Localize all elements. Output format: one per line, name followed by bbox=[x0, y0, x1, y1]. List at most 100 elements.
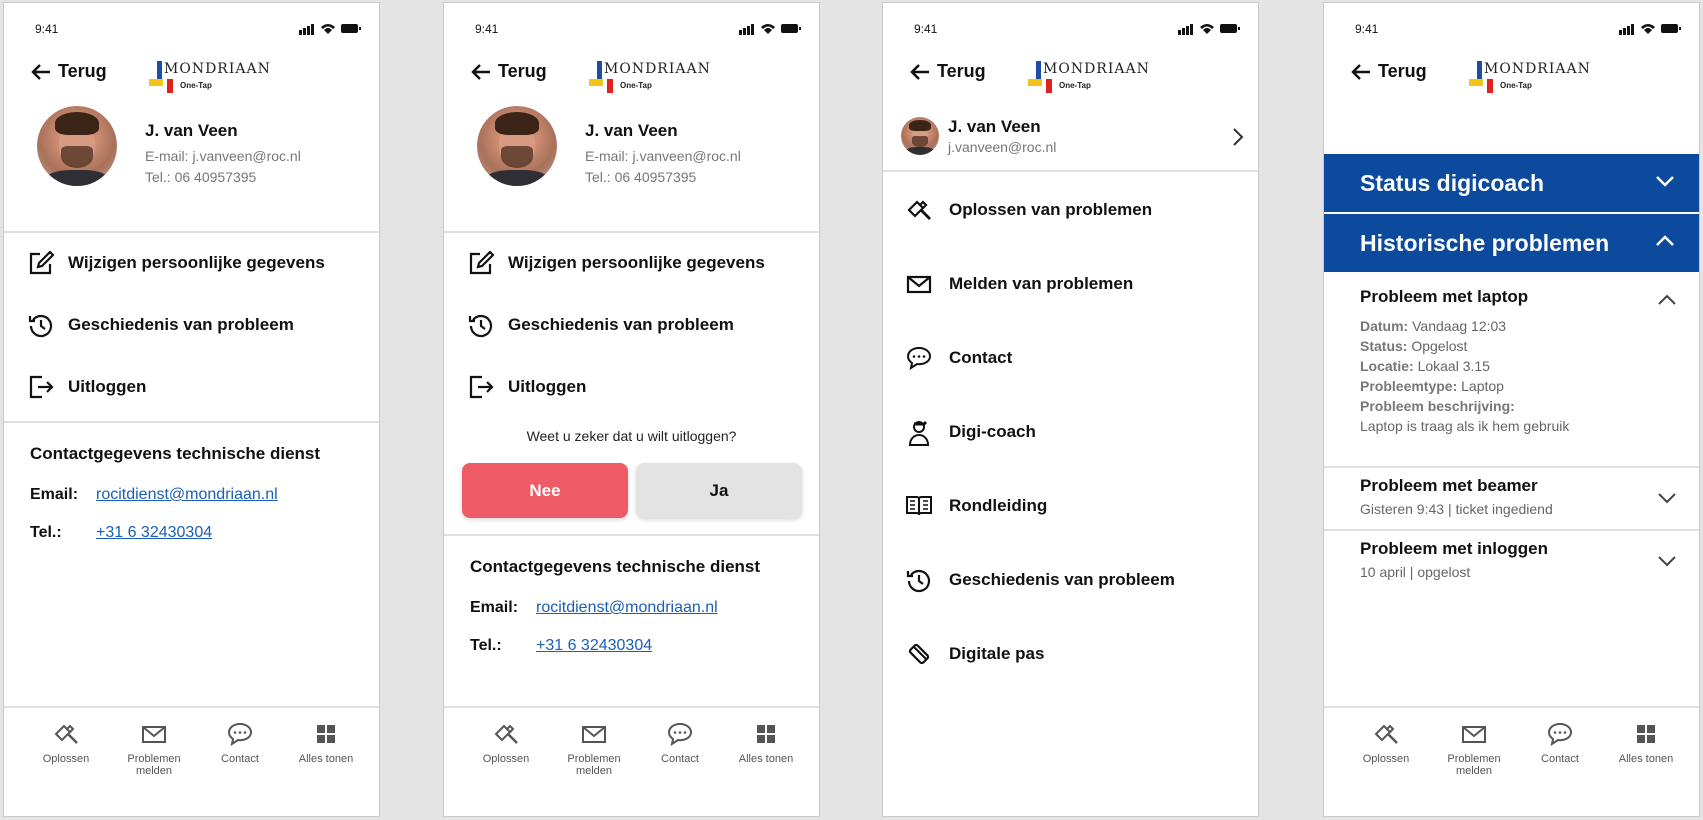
tel-label: Tel.: bbox=[30, 524, 62, 541]
history-problems-header[interactable]: Historische problemen bbox=[1324, 214, 1699, 272]
problem-title: Probleem met inloggen bbox=[1360, 539, 1548, 558]
history-icon bbox=[906, 569, 931, 593]
nav-rondleiding[interactable]: Rondleiding bbox=[905, 492, 1047, 520]
envelope-icon bbox=[142, 726, 166, 743]
tab-bar: Oplossen Problemen melden Contact Alles … bbox=[1324, 706, 1699, 816]
chevron-up-icon bbox=[1656, 235, 1674, 246]
chevron-down-icon bbox=[1658, 493, 1676, 504]
problem-details: Datum: Vandaag 12:03 Status: Opgelost Lo… bbox=[1360, 318, 1570, 434]
chat-icon bbox=[227, 722, 253, 747]
mondriaan-logo: MONDRIAAN One-Tap bbox=[149, 61, 270, 95]
tab-alles-tonen[interactable]: Alles tonen bbox=[1606, 720, 1686, 765]
back-button[interactable]: Terug bbox=[30, 61, 107, 82]
history-item[interactable]: Geschiedenis van probleem bbox=[468, 312, 734, 338]
tab-contact[interactable]: Contact bbox=[1520, 720, 1600, 765]
problem-row-beamer[interactable]: Probleem met beamer Gisteren 9:43 | tick… bbox=[1324, 468, 1699, 528]
email-link[interactable]: rocitdienst@mondriaan.nl bbox=[536, 599, 718, 617]
tab-oplossen[interactable]: Oplossen bbox=[1346, 720, 1426, 765]
status-icons bbox=[299, 24, 361, 35]
tab-contact[interactable]: Contact bbox=[200, 720, 280, 765]
problem-row-inloggen[interactable]: Probleem met inloggen 10 april | opgelos… bbox=[1324, 531, 1699, 591]
person-icon bbox=[908, 420, 930, 446]
status-icons bbox=[1619, 24, 1681, 35]
profile-email: j.vanveen@roc.nl bbox=[948, 139, 1057, 155]
profile-phone: Tel.: 06 40957395 bbox=[585, 169, 697, 185]
tab-oplossen[interactable]: Oplossen bbox=[26, 720, 106, 765]
profile-phone: Tel.: 06 40957395 bbox=[145, 169, 257, 185]
tab-problemen-melden[interactable]: Problemen melden bbox=[1434, 720, 1514, 777]
tab-bar: Oplossen Problemen melden Contact Alles … bbox=[444, 706, 819, 816]
nav-digi-coach[interactable]: Digi-coach bbox=[905, 418, 1036, 446]
problem-title: Probleem met laptop bbox=[1360, 287, 1529, 306]
confirm-logout-button[interactable]: Ja bbox=[636, 463, 802, 518]
back-button[interactable]: Terug bbox=[470, 61, 547, 82]
back-button[interactable]: Terug bbox=[909, 61, 986, 82]
edit-icon bbox=[29, 250, 54, 275]
divider bbox=[444, 231, 819, 233]
book-icon bbox=[906, 496, 932, 516]
arrow-left-icon bbox=[471, 63, 490, 80]
arrow-left-icon bbox=[1351, 63, 1370, 80]
history-item[interactable]: Geschiedenis van probleem bbox=[28, 312, 294, 338]
cancel-logout-button[interactable]: Nee bbox=[462, 463, 628, 518]
logout-item[interactable]: Uitloggen bbox=[28, 374, 146, 400]
status-icons bbox=[739, 24, 801, 35]
chevron-down-icon bbox=[1658, 556, 1676, 567]
envelope-icon bbox=[582, 726, 606, 743]
status-digicoach-header[interactable]: Status digicoach bbox=[1324, 154, 1699, 212]
problem-title: Probleem met beamer bbox=[1360, 476, 1538, 495]
email-label: Email: bbox=[30, 486, 79, 503]
arrow-left-icon bbox=[31, 63, 50, 80]
avatar bbox=[901, 117, 939, 155]
back-label: Terug bbox=[1378, 61, 1427, 81]
tel-label: Tel.: bbox=[470, 637, 502, 654]
arrow-left-icon bbox=[910, 63, 929, 80]
nav-oplossen[interactable]: Oplossen van problemen bbox=[905, 196, 1152, 224]
tab-oplossen[interactable]: Oplossen bbox=[466, 720, 546, 765]
profile-row[interactable]: J. van Veen j.vanveen@roc.nl bbox=[883, 111, 1258, 169]
mondriaan-logo: MONDRIAAN One-Tap bbox=[589, 61, 710, 95]
logout-confirm-screen: 9:41 Terug MONDRIAAN One-Tap J. van Veen … bbox=[443, 2, 820, 817]
chat-icon bbox=[667, 722, 693, 747]
tab-problemen-melden[interactable]: Problemen melden bbox=[114, 720, 194, 777]
profile-name: J. van Veen bbox=[948, 117, 1041, 136]
chat-icon bbox=[906, 346, 932, 371]
profile-name: J. van Veen bbox=[145, 121, 238, 140]
profile-email: E-mail: j.vanveen@roc.nl bbox=[145, 148, 301, 164]
edit-profile-item[interactable]: Wijzigen persoonlijke gegevens bbox=[28, 250, 325, 276]
email-link[interactable]: rocitdienst@mondriaan.nl bbox=[96, 486, 278, 504]
nav-contact[interactable]: Contact bbox=[905, 344, 1012, 372]
tab-contact[interactable]: Contact bbox=[640, 720, 720, 765]
mondriaan-logo: MONDRIAAN One-Tap bbox=[1469, 61, 1590, 95]
tel-link[interactable]: +31 6 32430304 bbox=[536, 637, 652, 655]
back-label: Terug bbox=[937, 61, 986, 81]
chevron-right-icon bbox=[1233, 128, 1244, 146]
chevron-up-icon[interactable] bbox=[1657, 293, 1677, 307]
grid-icon bbox=[757, 725, 775, 743]
hammer-icon bbox=[54, 724, 78, 744]
back-button[interactable]: Terug bbox=[1350, 61, 1427, 82]
history-icon bbox=[468, 314, 493, 338]
logout-item[interactable]: Uitloggen bbox=[468, 374, 586, 400]
nav-geschiedenis[interactable]: Geschiedenis van probleem bbox=[905, 566, 1175, 594]
nav-melden[interactable]: Melden van problemen bbox=[905, 270, 1133, 298]
edit-profile-item[interactable]: Wijzigen persoonlijke gegevens bbox=[468, 250, 765, 276]
menu-screen: 9:41 Terug MONDRIAAN One-Tap J. van Veen … bbox=[882, 2, 1259, 817]
tab-alles-tonen[interactable]: Alles tonen bbox=[286, 720, 366, 765]
tab-problemen-melden[interactable]: Problemen melden bbox=[554, 720, 634, 777]
tab-alles-tonen[interactable]: Alles tonen bbox=[726, 720, 806, 765]
divider bbox=[4, 231, 379, 233]
nav-digitale-pas[interactable]: Digitale pas bbox=[905, 640, 1044, 668]
logout-question: Weet u zeker dat u wilt uitloggen? bbox=[526, 428, 737, 444]
chevron-down-icon bbox=[1656, 176, 1674, 187]
tel-link[interactable]: +31 6 32430304 bbox=[96, 524, 212, 542]
problem-summary: Gisteren 9:43 | ticket ingediend bbox=[1360, 501, 1553, 517]
envelope-icon bbox=[906, 275, 932, 294]
contact-title: Contactgegevens technische dienst bbox=[30, 444, 321, 463]
avatar bbox=[37, 106, 117, 186]
status-time: 9:41 bbox=[1355, 22, 1379, 36]
profile-name: J. van Veen bbox=[585, 121, 678, 140]
back-label: Terug bbox=[498, 61, 547, 81]
logout-icon bbox=[469, 375, 494, 399]
hammer-icon bbox=[494, 724, 518, 744]
